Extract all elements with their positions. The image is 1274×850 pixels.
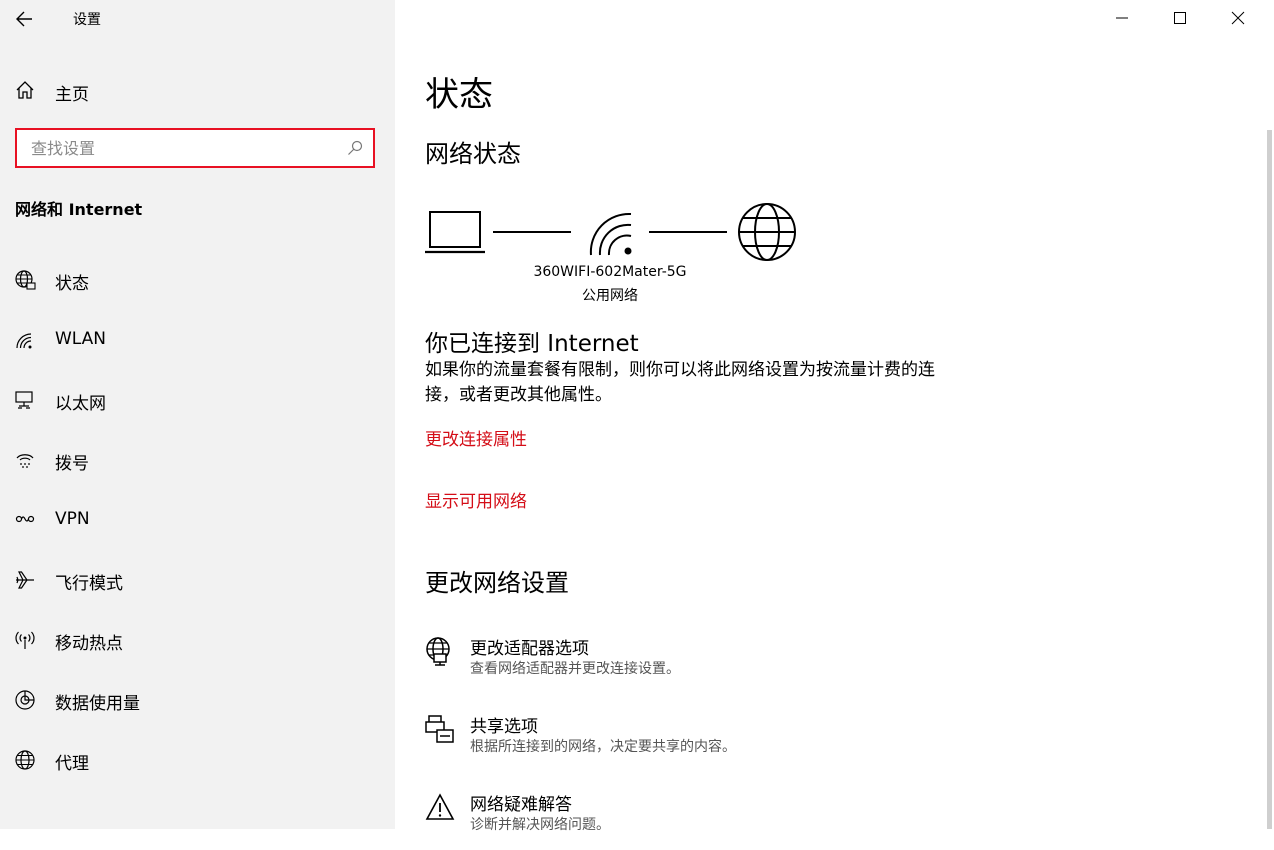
option-subtitle: 查看网络适配器并更改连接设置。	[470, 661, 680, 677]
globe-icon	[15, 750, 35, 770]
sidebar-item-status[interactable]: 状态	[0, 250, 395, 310]
search-box[interactable]	[15, 128, 375, 168]
network-status-heading: 网络状态	[425, 140, 521, 168]
laptop-icon	[425, 211, 485, 254]
close-icon	[1231, 11, 1245, 25]
option-subtitle: 根据所连接到的网络，决定要共享的内容。	[470, 739, 736, 755]
scrollbar[interactable]	[1267, 130, 1272, 829]
connected-description: 如果你的流量套餐有限制，则你可以将此网络设置为按流量计费的连接，或者更改其他属性…	[425, 360, 935, 405]
sidebar-item-label: WLAN	[55, 329, 107, 349]
sidebar-item-wlan[interactable]: WLAN	[0, 310, 395, 370]
search-input[interactable]	[17, 130, 351, 166]
sidebar-item-label: 以太网	[55, 394, 106, 414]
maximize-button[interactable]	[1152, 0, 1208, 36]
maximize-icon	[1174, 12, 1186, 24]
option-subtitle: 诊断并解决网络问题。	[470, 817, 610, 833]
sidebar-item-proxy[interactable]: 代理	[0, 730, 395, 790]
close-button[interactable]	[1210, 0, 1266, 36]
search-icon[interactable]	[347, 140, 363, 156]
sidebar-item-label: 主页	[55, 85, 89, 105]
connected-title: 你已连接到 Internet	[425, 331, 639, 357]
sidebar: 设置 主页 网络和 Internet 状态	[0, 0, 395, 829]
sidebar-item-vpn[interactable]: VPN	[0, 490, 395, 550]
sharing-icon	[425, 715, 454, 743]
sidebar-item-label: 代理	[55, 754, 89, 774]
option-title: 网络疑难解答	[470, 795, 572, 815]
window-controls	[1094, 0, 1274, 36]
data-usage-icon	[15, 690, 35, 710]
option-title: 更改适配器选项	[470, 639, 589, 659]
change-connection-properties-link[interactable]: 更改连接属性	[425, 425, 527, 450]
sidebar-item-label: 数据使用量	[55, 694, 140, 714]
adapter-icon	[426, 637, 450, 666]
option-adapter[interactable]: 更改适配器选项 查看网络适配器并更改连接设置。	[425, 634, 1125, 694]
ethernet-icon	[15, 391, 33, 409]
minimize-icon	[1116, 17, 1128, 19]
network-diagram	[425, 203, 796, 261]
sidebar-item-label: 飞行模式	[55, 574, 123, 594]
sidebar-item-airplane[interactable]: 飞行模式	[0, 550, 395, 610]
hotspot-icon	[15, 631, 35, 649]
back-arrow-icon	[16, 11, 32, 27]
app-title: 设置	[73, 12, 101, 28]
airplane-icon	[16, 571, 34, 589]
home-icon	[16, 81, 34, 99]
back-button[interactable]	[14, 8, 36, 30]
sidebar-item-label: VPN	[55, 509, 90, 529]
option-title: 共享选项	[470, 717, 538, 737]
network-type: 公用网络	[582, 288, 638, 304]
dialup-icon	[16, 454, 34, 468]
warning-icon	[425, 793, 455, 820]
wifi-signal-icon	[589, 212, 632, 256]
sidebar-item-label: 状态	[55, 274, 89, 294]
sidebar-item-hotspot[interactable]: 移动热点	[0, 610, 395, 670]
sidebar-item-label: 移动热点	[55, 634, 123, 654]
section-title: 网络和 Internet	[15, 200, 143, 219]
sidebar-item-ethernet[interactable]: 以太网	[0, 370, 395, 430]
sidebar-item-label: 拨号	[55, 454, 89, 474]
wifi-icon	[16, 333, 32, 349]
network-name: 360WIFI-602Mater-5G	[533, 264, 687, 280]
change-network-settings-heading: 更改网络设置	[425, 569, 569, 597]
globe-status-icon	[15, 270, 36, 290]
option-troubleshoot[interactable]: 网络疑难解答 诊断并解决网络问题。	[425, 790, 1125, 850]
sidebar-item-data-usage[interactable]: 数据使用量	[0, 670, 395, 730]
sidebar-nav: 状态 WLAN 以太网 拨号 VPN 飞行模式 移动热点 数据使用量 代理	[0, 250, 395, 790]
page-title: 状态	[425, 75, 493, 115]
sidebar-item-dialup[interactable]: 拨号	[0, 430, 395, 490]
minimize-button[interactable]	[1094, 0, 1150, 36]
show-available-networks-link[interactable]: 显示可用网络	[425, 487, 527, 512]
option-sharing[interactable]: 共享选项 根据所连接到的网络，决定要共享的内容。	[425, 712, 1125, 772]
sidebar-item-home[interactable]: 主页	[0, 70, 395, 110]
internet-globe-icon	[738, 203, 796, 261]
vpn-icon	[15, 515, 35, 523]
